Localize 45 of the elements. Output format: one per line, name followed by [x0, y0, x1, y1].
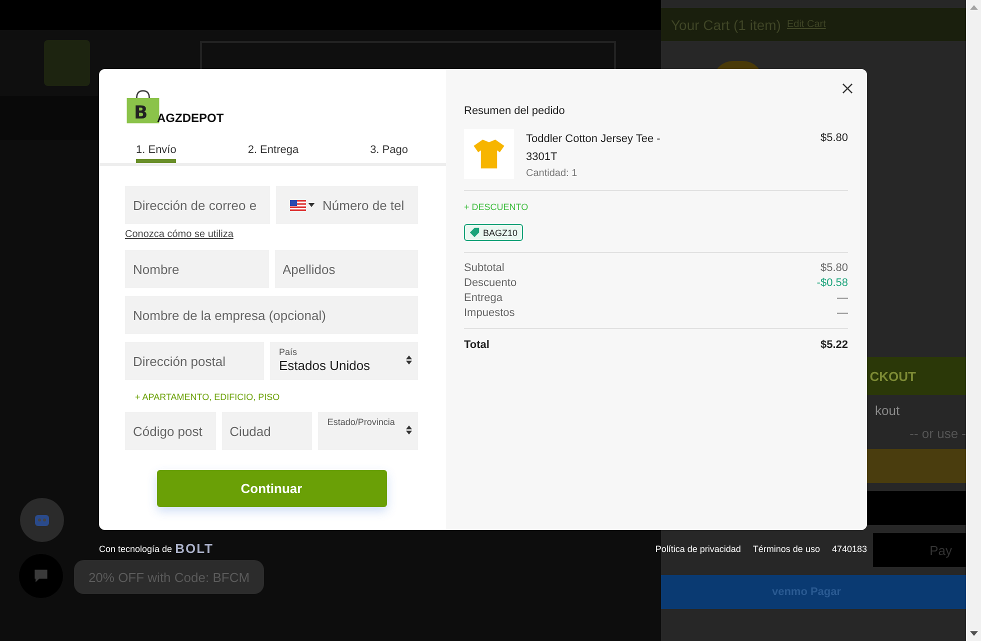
select-field[interactable]: País Estados Unidos — [270, 342, 418, 380]
total-label: Entrega — [464, 292, 503, 304]
input-field[interactable]: Dirección de correo e — [125, 186, 270, 224]
sort-arrows-icon — [406, 425, 412, 435]
scroll-down-icon[interactable] — [970, 631, 978, 636]
input-field[interactable]: Código post — [125, 412, 216, 450]
total-label: Impuestos — [464, 307, 515, 319]
product-price: $5.80 — [820, 132, 848, 146]
input-field[interactable]: Dirección postal — [125, 342, 264, 380]
total-value: $5.80 — [820, 262, 848, 274]
cart-note: kout — [874, 403, 901, 417]
footer-link[interactable]: Términos de uso — [752, 544, 820, 554]
grand-total-value: $5.22 — [820, 339, 848, 351]
total-value: -$0.58 — [816, 277, 848, 289]
product-quantity: Cantidad: 1 — [526, 168, 578, 179]
scrollbar[interactable] — [966, 0, 981, 641]
step-tab[interactable]: 1. Envío — [136, 144, 176, 163]
grand-total-label: Total — [464, 339, 490, 351]
phone-field[interactable]: Número de tel — [276, 186, 418, 224]
info-link[interactable]: Conozca cómo se utiliza — [125, 229, 234, 240]
input-field[interactable]: Ciudad — [222, 412, 312, 450]
select-field[interactable]: Estado/Provincia — [318, 412, 418, 450]
brand-logo: BOLT — [175, 541, 214, 556]
total-value: — — [837, 292, 848, 304]
tag-icon — [469, 227, 480, 238]
total-value: — — [837, 307, 848, 319]
step-tab[interactable]: 2. Entrega — [248, 144, 299, 163]
powered-by-text: Con tecnología de — [99, 544, 172, 554]
flag-icon[interactable] — [290, 200, 306, 210]
coupon-tag[interactable]: BAGZ10 — [464, 224, 523, 241]
total-label: Subtotal — [464, 262, 504, 274]
chat-bubble-icon — [32, 567, 50, 585]
input-field[interactable]: Nombre — [125, 250, 268, 288]
caret-icon[interactable] — [308, 203, 314, 207]
footer-link[interactable]: Política de privacidad — [655, 544, 741, 554]
sort-arrows-icon — [406, 355, 412, 365]
step-tab[interactable]: 3. Pago — [370, 144, 408, 163]
summary-title: Resumen del pedido — [464, 105, 566, 117]
input-field[interactable]: Apellidos — [274, 250, 418, 288]
input-field[interactable]: Nombre de la empresa (opcional) — [125, 296, 418, 334]
phone-number-input[interactable]: Número de tel — [314, 198, 418, 212]
total-label: Descuento — [464, 277, 517, 289]
reference-code: 4740183 — [832, 544, 867, 554]
product-name: Toddler Cotton Jersey Tee - 3301T — [526, 132, 662, 165]
close-icon[interactable] — [842, 83, 853, 94]
